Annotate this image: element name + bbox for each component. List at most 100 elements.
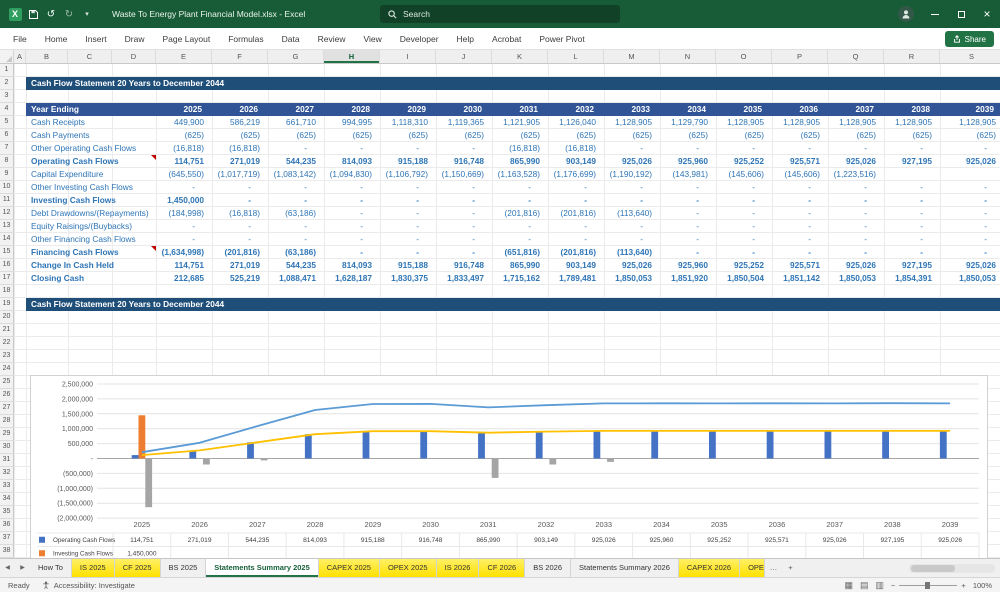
cell-K12[interactable]: (201,816)	[492, 207, 548, 220]
cell-E5[interactable]: 449,900	[156, 116, 212, 129]
cell-G9[interactable]: (1,083,142)	[268, 168, 324, 181]
cell-B9[interactable]: Capital Expenditure	[26, 168, 171, 181]
sheet-tab-cf-2025[interactable]: CF 2025	[114, 559, 161, 577]
cell-G5[interactable]: 661,710	[268, 116, 324, 129]
cell-K7[interactable]: (16,818)	[492, 142, 548, 155]
cell-G17[interactable]: 1,088,471	[268, 272, 324, 285]
cell-Q15[interactable]: -	[828, 246, 884, 259]
cell-F10[interactable]: -	[212, 181, 268, 194]
ribbon-tab-acrobat[interactable]: Acrobat	[483, 28, 530, 50]
cell-Q14[interactable]: -	[828, 233, 884, 246]
cell-S6[interactable]: (625)	[940, 129, 1000, 142]
cell-O10[interactable]: -	[716, 181, 772, 194]
cell-H16[interactable]: 814,093	[324, 259, 380, 272]
cell-B14[interactable]: Other Financing Cash Flows	[26, 233, 171, 246]
cell-J17[interactable]: 1,833,497	[436, 272, 492, 285]
cell-L17[interactable]: 1,789,481	[548, 272, 604, 285]
cell-J14[interactable]: -	[436, 233, 492, 246]
cell-R6[interactable]: (625)	[884, 129, 940, 142]
cell-K5[interactable]: 1,121,905	[492, 116, 548, 129]
cell-F16[interactable]: 271,019	[212, 259, 268, 272]
cell-S11[interactable]: -	[940, 194, 1000, 207]
cell-S13[interactable]: -	[940, 220, 1000, 233]
cell-F14[interactable]: -	[212, 233, 268, 246]
cell-J16[interactable]: 916,748	[436, 259, 492, 272]
cell-P9[interactable]: (145,606)	[772, 168, 828, 181]
cell-L4[interactable]: 2032	[548, 103, 604, 116]
cell-E17[interactable]: 212,685	[156, 272, 212, 285]
ribbon-tab-page-layout[interactable]: Page Layout	[154, 28, 220, 50]
cell-G14[interactable]: -	[268, 233, 324, 246]
sheet-tab-opex-2025[interactable]: OPEX 2025	[379, 559, 437, 577]
ribbon-tab-developer[interactable]: Developer	[391, 28, 448, 50]
cell-J15[interactable]: -	[436, 246, 492, 259]
normal-view-icon[interactable]: ▦	[844, 580, 853, 590]
column-header-F[interactable]: F	[212, 50, 268, 63]
cell-H13[interactable]: -	[324, 220, 380, 233]
ribbon-tab-data[interactable]: Data	[273, 28, 309, 50]
cell-E9[interactable]: (645,550)	[156, 168, 212, 181]
cell-F12[interactable]: (16,818)	[212, 207, 268, 220]
sheet-tab-how-to[interactable]: How To	[30, 559, 72, 577]
cell-P11[interactable]: -	[772, 194, 828, 207]
cell-R11[interactable]: -	[884, 194, 940, 207]
cell-M8[interactable]: 925,026	[604, 155, 660, 168]
cell-K14[interactable]: -	[492, 233, 548, 246]
cell-Q5[interactable]: 1,128,905	[828, 116, 884, 129]
cell-Q8[interactable]: 925,026	[828, 155, 884, 168]
sheet-tabs-overflow-button[interactable]: …	[765, 559, 782, 577]
sheet-tab-ope[interactable]: OPE	[740, 559, 765, 577]
cell-P17[interactable]: 1,851,142	[772, 272, 828, 285]
cell-B19-section-title[interactable]: Cash Flow Statement 20 Years to December…	[26, 298, 1000, 311]
cell-Q13[interactable]: -	[828, 220, 884, 233]
column-header-S[interactable]: S	[940, 50, 1000, 63]
cell-R10[interactable]: -	[884, 181, 940, 194]
sheet-tab-bs-2026[interactable]: BS 2026	[525, 559, 571, 577]
cell-H15[interactable]: -	[324, 246, 380, 259]
cell-S5[interactable]: 1,128,905	[940, 116, 1000, 129]
cell-Q11[interactable]: -	[828, 194, 884, 207]
cell-K6[interactable]: (625)	[492, 129, 548, 142]
cell-M13[interactable]: -	[604, 220, 660, 233]
cell-N5[interactable]: 1,129,790	[660, 116, 716, 129]
column-header-R[interactable]: R	[884, 50, 940, 63]
zoom-slider-thumb[interactable]	[925, 581, 931, 589]
cell-L11[interactable]: -	[548, 194, 604, 207]
cell-I8[interactable]: 915,188	[380, 155, 436, 168]
horizontal-scrollbar-track[interactable]	[909, 563, 995, 573]
cell-B2-section-title[interactable]: Cash Flow Statement 20 Years to December…	[26, 77, 1000, 90]
cell-F7[interactable]: (16,818)	[212, 142, 268, 155]
ribbon-tab-power-pivot[interactable]: Power Pivot	[530, 28, 593, 50]
cell-K9[interactable]: (1,163,528)	[492, 168, 548, 181]
cell-H14[interactable]: -	[324, 233, 380, 246]
redo-button[interactable]: ↻	[60, 4, 78, 24]
cell-E6[interactable]: (625)	[156, 129, 212, 142]
cell-R16[interactable]: 927,195	[884, 259, 940, 272]
ribbon-tab-view[interactable]: View	[355, 28, 391, 50]
cell-G7[interactable]: -	[268, 142, 324, 155]
zoom-in-button[interactable]: +	[961, 581, 965, 590]
cell-J9[interactable]: (1,150,669)	[436, 168, 492, 181]
cell-P13[interactable]: -	[772, 220, 828, 233]
cell-K17[interactable]: 1,715,162	[492, 272, 548, 285]
cell-K8[interactable]: 865,990	[492, 155, 548, 168]
cell-S10[interactable]: -	[940, 181, 1000, 194]
cell-M16[interactable]: 925,026	[604, 259, 660, 272]
cell-K11[interactable]: -	[492, 194, 548, 207]
cell-L8[interactable]: 903,149	[548, 155, 604, 168]
cell-G11[interactable]: -	[268, 194, 324, 207]
cell-G12[interactable]: (63,186)	[268, 207, 324, 220]
cell-O13[interactable]: -	[716, 220, 772, 233]
cell-F8[interactable]: 271,019	[212, 155, 268, 168]
column-header-L[interactable]: L	[548, 50, 604, 63]
cell-M15[interactable]: (113,640)	[604, 246, 660, 259]
cell-P5[interactable]: 1,128,905	[772, 116, 828, 129]
column-header-E[interactable]: E	[156, 50, 212, 63]
ribbon-tab-help[interactable]: Help	[448, 28, 483, 50]
zoom-out-button[interactable]: −	[891, 581, 895, 590]
cell-N9[interactable]: (143,981)	[660, 168, 716, 181]
cell-B11[interactable]: Investing Cash Flows	[26, 194, 171, 207]
cell-O12[interactable]: -	[716, 207, 772, 220]
sheet-tab-capex-2025[interactable]: CAPEX 2025	[318, 559, 380, 577]
cell-G6[interactable]: (625)	[268, 129, 324, 142]
